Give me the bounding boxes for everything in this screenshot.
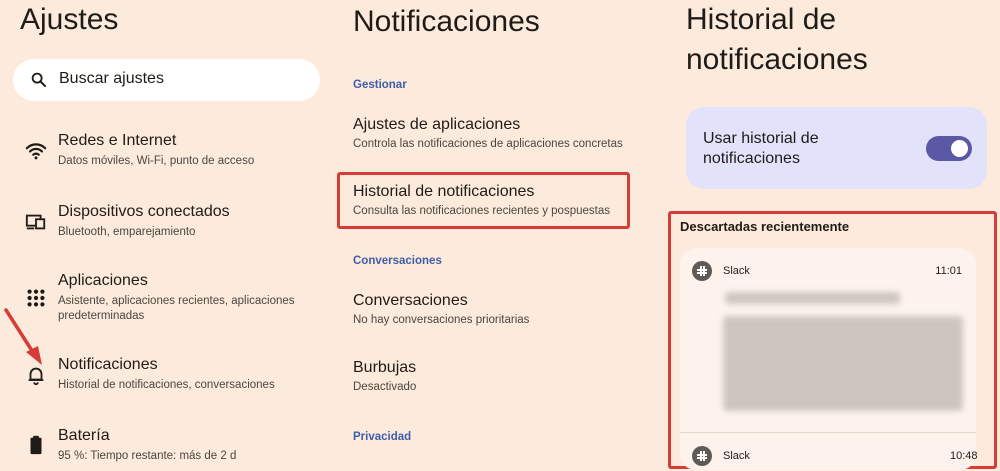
row-title: Ajustes de aplicaciones (353, 116, 521, 133)
settings-item-apps[interactable]: Aplicaciones Asistente, aplicaciones rec… (0, 270, 335, 330)
notification-history-panel: Historial de notificaciones Usar histori… (665, 0, 1000, 471)
notification-app-name: Slack (723, 265, 750, 277)
item-title: Batería (58, 427, 110, 444)
recently-dismissed-title: Descartadas recientemente (680, 219, 850, 234)
notification-app-name: Slack (723, 450, 750, 462)
settings-panel: Ajustes Buscar ajustes Redes e Internet … (0, 0, 335, 471)
row-title: Burbujas (353, 359, 417, 376)
wifi-icon (25, 143, 47, 160)
settings-item-network[interactable]: Redes e Internet Datos móviles, Wi-Fi, p… (0, 130, 335, 190)
item-subtitle: 95 %: Tiempo restante: más de 2 d (58, 450, 237, 462)
notification-time: 10:48 (950, 450, 978, 462)
search-placeholder: Buscar ajustes (59, 70, 164, 87)
section-header-privacy: Privacidad (353, 431, 412, 443)
notification-card[interactable]: Slack 11:01 (680, 248, 976, 470)
item-subtitle: Bluetooth, emparejamiento (58, 226, 196, 238)
divider (680, 432, 976, 433)
row-subtitle: Consulta las notificaciones recientes y … (353, 205, 610, 217)
row-subtitle: Controla las notificaciones de aplicacio… (353, 138, 623, 150)
row-title: Historial de notificaciones (353, 183, 535, 200)
settings-item-devices[interactable]: Dispositivos conectados Bluetooth, empar… (0, 201, 335, 261)
item-subtitle: Datos móviles, Wi-Fi, punto de acceso (58, 155, 255, 167)
section-header-manage: Gestionar (353, 79, 407, 91)
slack-icon (692, 261, 712, 281)
item-title: Notificaciones (58, 356, 158, 373)
slack-icon (692, 446, 712, 466)
settings-item-notifications[interactable]: Notificaciones Historial de notificacion… (0, 354, 335, 404)
app-settings-row[interactable]: Ajustes de aplicaciones Controla las not… (335, 114, 665, 158)
notification-history-row[interactable]: Historial de notificaciones Consulta las… (335, 181, 665, 225)
toggle-knob (951, 140, 968, 157)
toggle-label: Usar historial de notificaciones (703, 130, 819, 167)
item-subtitle: Historial de notificaciones, conversacio… (58, 379, 275, 391)
search-icon (31, 72, 46, 87)
bell-icon (28, 367, 44, 386)
use-history-toggle-card[interactable]: Usar historial de notificaciones (686, 107, 987, 189)
conversations-row[interactable]: Conversaciones No hay conversaciones pri… (335, 290, 665, 334)
blurred-content (725, 292, 900, 304)
item-subtitle: Asistente, aplicaciones recientes, aplic… (58, 295, 295, 322)
blurred-content (723, 316, 963, 411)
item-title: Aplicaciones (58, 272, 148, 289)
history-toggle-switch[interactable] (926, 136, 972, 161)
title-line-2: notificaciones (686, 43, 868, 76)
notifications-panel: Notificaciones Gestionar Ajustes de apli… (335, 0, 665, 471)
notification-time: 11:01 (935, 265, 962, 277)
bubbles-row[interactable]: Burbujas Desactivado (335, 357, 665, 401)
section-header-conversations: Conversaciones (353, 255, 442, 267)
row-subtitle: No hay conversaciones prioritarias (353, 314, 530, 326)
devices-icon (25, 214, 46, 230)
annotation-arrow (4, 308, 42, 365)
search-input[interactable]: Buscar ajustes (13, 59, 320, 101)
page-title: Notificaciones (353, 5, 540, 38)
row-title: Conversaciones (353, 292, 468, 309)
row-subtitle: Desactivado (353, 381, 417, 393)
title-line-1: Historial de (686, 3, 837, 36)
page-title: Historial de notificaciones (686, 0, 868, 80)
item-title: Dispositivos conectados (58, 203, 230, 220)
battery-icon (30, 435, 42, 455)
settings-item-battery[interactable]: Batería 95 %: Tiempo restante: más de 2 … (0, 425, 335, 471)
page-title: Ajustes (20, 3, 119, 36)
item-title: Redes e Internet (58, 132, 177, 149)
